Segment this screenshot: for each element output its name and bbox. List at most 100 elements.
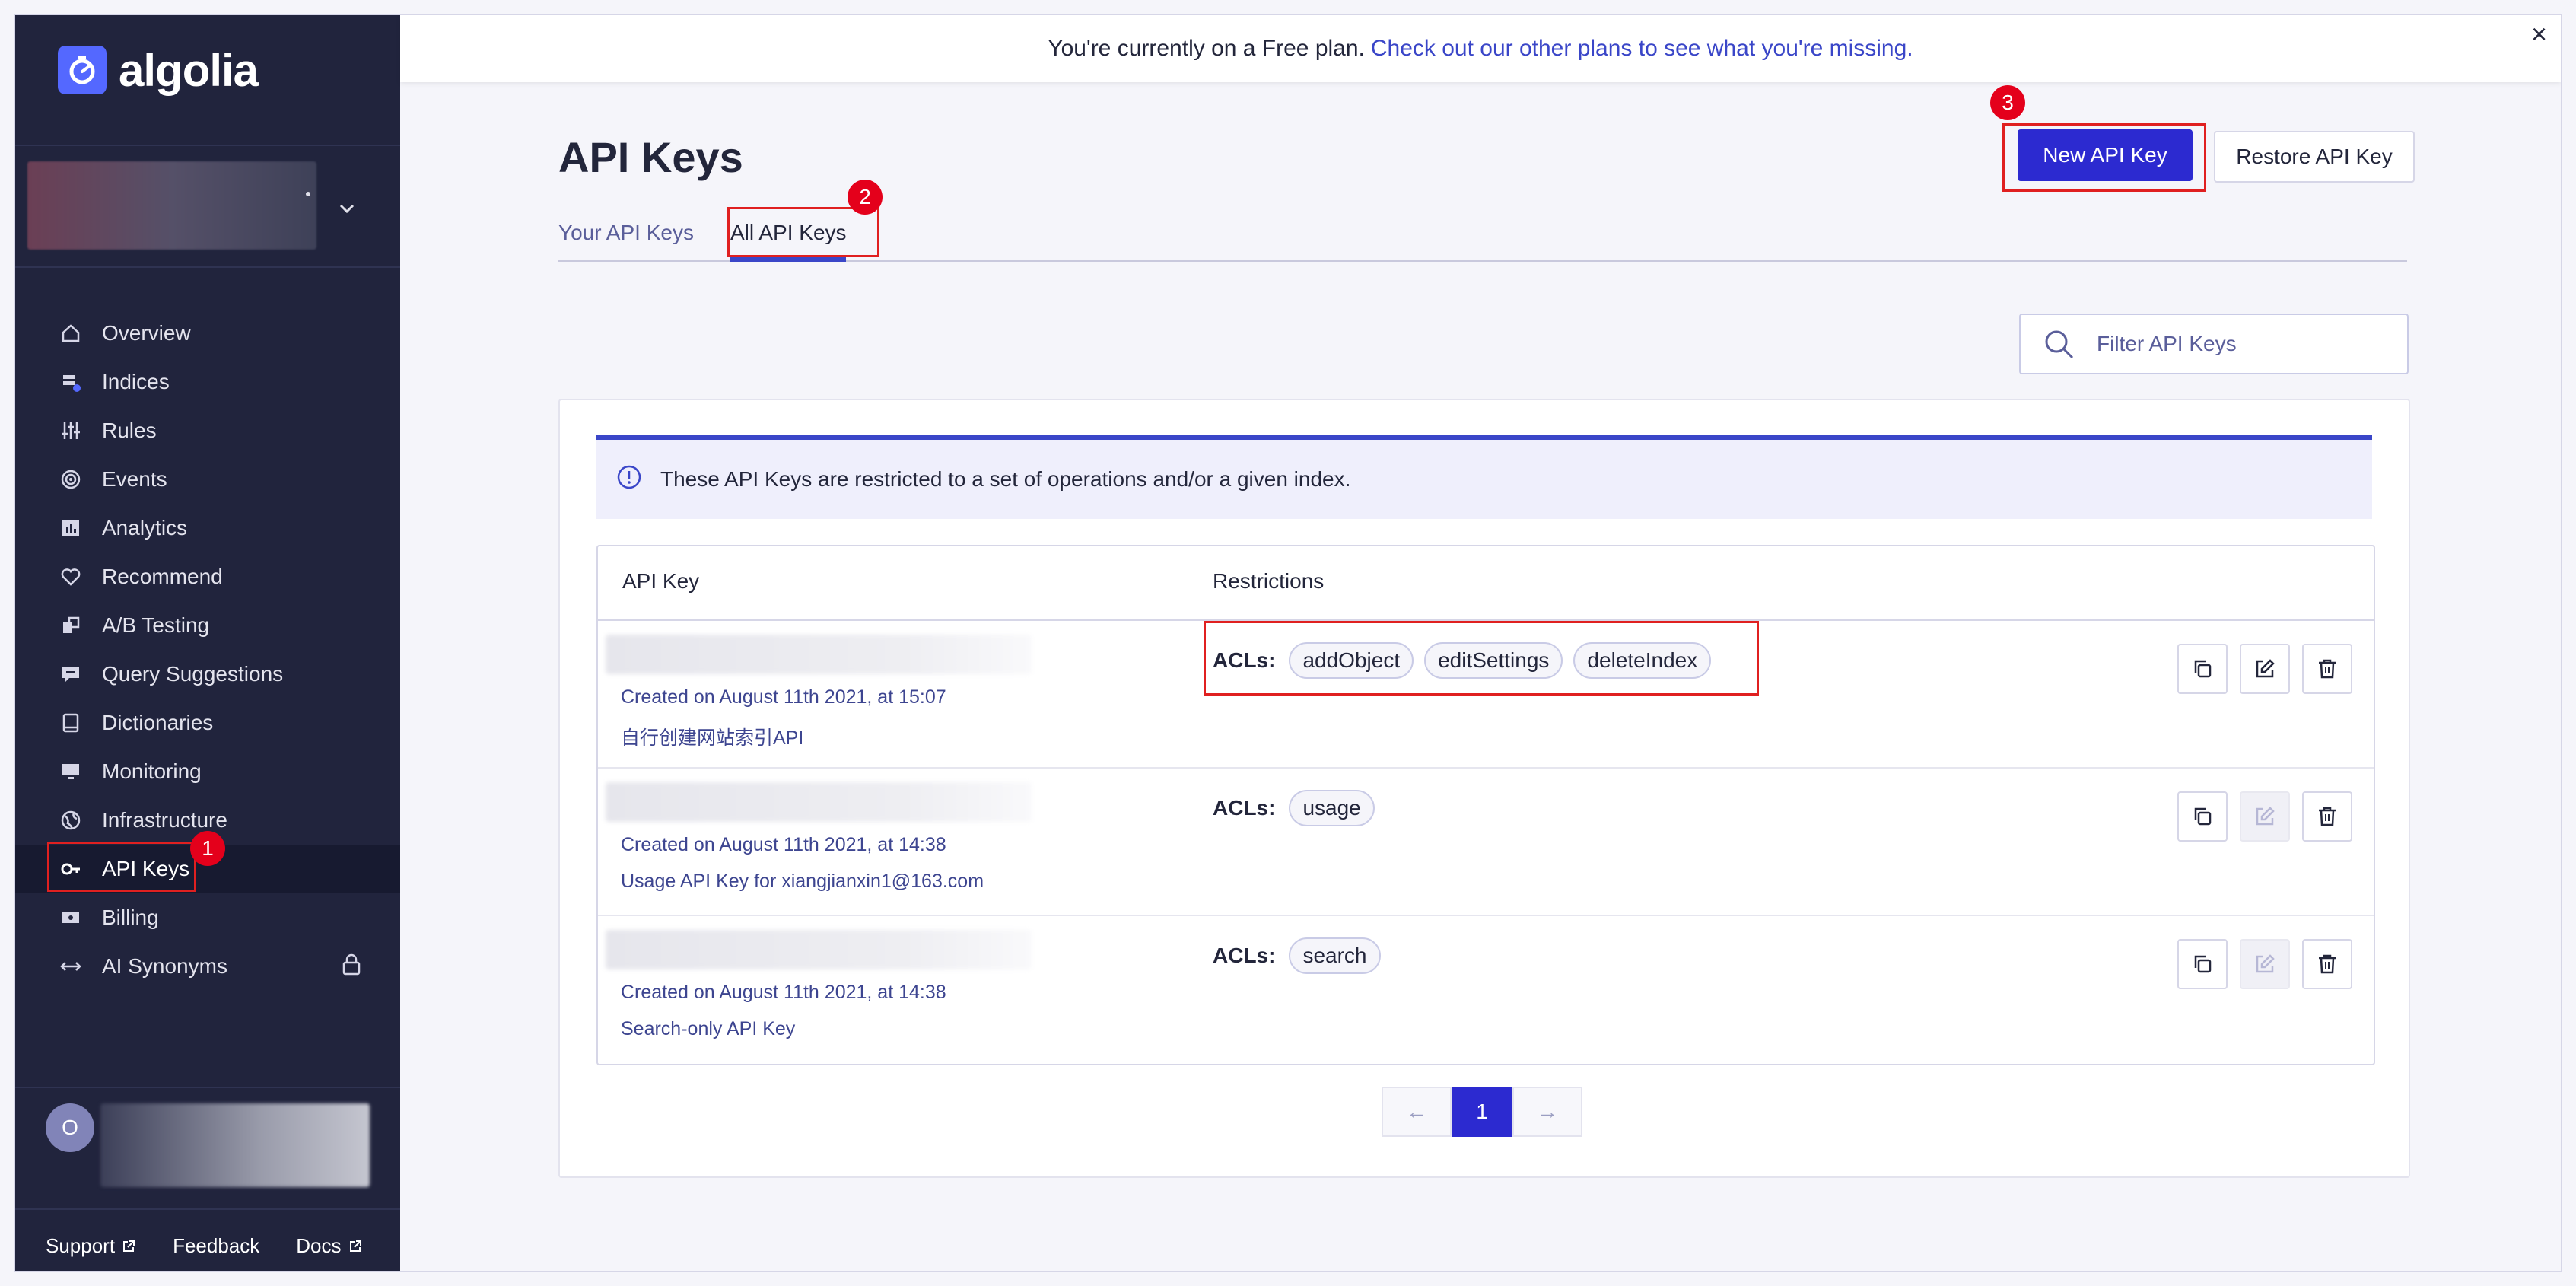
copy-icon xyxy=(2194,807,2212,826)
copy-button[interactable] xyxy=(2177,644,2228,694)
filter-input[interactable] xyxy=(2095,331,2387,357)
edit-button[interactable] xyxy=(2240,644,2290,694)
sidebar-item-recommend[interactable]: Recommend xyxy=(15,552,400,601)
table-row: Created on August 11th 2021, at 14:38 Se… xyxy=(598,916,2374,1062)
feedback-link[interactable]: Feedback xyxy=(173,1234,259,1258)
sidebar-item-monitoring[interactable]: Monitoring xyxy=(15,747,400,796)
sidebar-item-label: Billing xyxy=(102,906,159,929)
edit-icon xyxy=(2256,659,2275,678)
sidebar-item-query-suggestions[interactable]: Query Suggestions xyxy=(15,650,400,699)
acl-label: ACLs: xyxy=(1213,796,1276,820)
sidebar-item-events[interactable]: Events xyxy=(15,455,400,504)
annotation-badge-3: 3 xyxy=(1990,85,2025,120)
page-button-current[interactable]: 1 xyxy=(1452,1087,1512,1137)
row-actions xyxy=(2177,791,2352,842)
brand-name: algolia xyxy=(119,44,259,96)
sidebar-item-label: A/B Testing xyxy=(102,613,210,637)
sidebar-item-label: Rules xyxy=(102,419,157,442)
user-menu[interactable]: O xyxy=(46,1103,94,1152)
edit-button[interactable] xyxy=(2240,791,2290,842)
globe-icon xyxy=(58,807,84,833)
sidebar-footer: Support Feedback Docs xyxy=(46,1234,363,1258)
row-actions xyxy=(2177,644,2352,694)
sidebar-item-label: Analytics xyxy=(102,516,188,540)
close-icon[interactable]: × xyxy=(2531,18,2547,50)
support-link[interactable]: Support xyxy=(46,1234,136,1258)
book-icon xyxy=(58,710,84,736)
next-page-button[interactable]: → xyxy=(1512,1087,1582,1137)
application-selector[interactable] xyxy=(27,161,316,250)
search-icon xyxy=(2042,327,2075,361)
page-title: API Keys xyxy=(558,133,743,181)
chat-icon xyxy=(58,661,84,687)
copy-button[interactable] xyxy=(2177,939,2228,989)
user-info[interactable] xyxy=(100,1103,370,1187)
banner-link[interactable]: Check out our other plans to see what yo… xyxy=(1371,36,1913,62)
sidebar-item-indices[interactable]: Indices xyxy=(15,358,400,406)
app-window: algolia Overview Indices Rules Events An… xyxy=(15,15,2561,1271)
edit-icon xyxy=(2256,807,2275,826)
main-content: You're currently on a Free plan. Check o… xyxy=(400,15,2561,1271)
external-link-icon xyxy=(123,1240,135,1252)
sidebar-item-label: Overview xyxy=(102,321,191,345)
target-icon xyxy=(58,466,84,492)
tab-your-api-keys[interactable]: Your API Keys xyxy=(558,221,694,245)
trash-icon xyxy=(2319,954,2336,974)
banner-text: You're currently on a Free plan. xyxy=(1048,36,1365,61)
active-tab-indicator xyxy=(730,257,846,262)
annotation-badge-2: 2 xyxy=(848,180,883,215)
divider xyxy=(15,145,400,146)
divider xyxy=(15,1087,400,1088)
table-header: API Key Restrictions xyxy=(598,546,2374,621)
acl-list: ACLs: search xyxy=(1213,937,1381,974)
docs-link[interactable]: Docs xyxy=(296,1234,362,1258)
annotation-box-api-keys xyxy=(47,842,196,892)
sidebar-item-label: Query Suggestions xyxy=(102,662,284,686)
monitor-icon xyxy=(58,759,84,785)
home-icon xyxy=(58,320,84,346)
logo[interactable]: algolia xyxy=(58,44,259,96)
sidebar-item-ai-synonyms[interactable]: AI Synonyms xyxy=(15,942,400,991)
indices-icon xyxy=(58,369,84,395)
copy-icon xyxy=(2194,955,2212,973)
api-keys-table: API Key Restrictions Created on August 1… xyxy=(596,545,2375,1065)
api-key-value xyxy=(606,930,1032,969)
sidebar-item-label: Events xyxy=(102,467,167,491)
billing-icon xyxy=(58,905,84,931)
created-date: Created on August 11th 2021, at 14:38 xyxy=(621,982,946,1003)
annotation-box-all-api-keys xyxy=(727,207,879,257)
prev-page-button[interactable]: ← xyxy=(1382,1087,1452,1137)
sidebar-item-label: AI Synonyms xyxy=(102,954,227,978)
sidebar-item-billing[interactable]: Billing xyxy=(15,893,400,942)
delete-button[interactable] xyxy=(2302,644,2352,694)
acl-list: ACLs: usage xyxy=(1213,790,1375,826)
table-row: Created on August 11th 2021, at 14:38 Us… xyxy=(598,769,2374,916)
sliders-icon xyxy=(58,418,84,444)
edit-button[interactable] xyxy=(2240,939,2290,989)
sidebar-item-overview[interactable]: Overview xyxy=(15,309,400,358)
edit-icon xyxy=(2256,954,2275,973)
delete-button[interactable] xyxy=(2302,791,2352,842)
filter-api-keys[interactable] xyxy=(2019,314,2409,374)
column-header-api-key: API Key xyxy=(622,569,700,593)
annotation-badge-1: 1 xyxy=(190,831,225,866)
trash-icon xyxy=(2319,807,2336,826)
divider xyxy=(15,266,400,268)
acl-tag: usage xyxy=(1289,790,1375,826)
sidebar-item-rules[interactable]: Rules xyxy=(15,406,400,455)
sidebar-item-analytics[interactable]: Analytics xyxy=(15,504,400,552)
pagination: ← 1 → xyxy=(1382,1087,1582,1137)
delete-button[interactable] xyxy=(2302,939,2352,989)
avatar: O xyxy=(46,1103,94,1152)
restore-api-key-button[interactable]: Restore API Key xyxy=(2214,131,2415,183)
sidebar-item-label: Infrastructure xyxy=(102,808,227,832)
sidebar-item-ab-testing[interactable]: A/B Testing xyxy=(15,601,400,650)
info-text: These API Keys are restricted to a set o… xyxy=(660,467,1351,491)
chevron-down-icon[interactable] xyxy=(336,198,358,219)
column-header-restrictions: Restrictions xyxy=(1213,569,1325,593)
copy-button[interactable] xyxy=(2177,791,2228,842)
annotation-box-acls xyxy=(1204,621,1759,696)
table-row: Created on August 11th 2021, at 15:07 自行… xyxy=(598,621,2374,769)
sidebar-item-dictionaries[interactable]: Dictionaries xyxy=(15,699,400,747)
plan-banner: You're currently on a Free plan. Check o… xyxy=(400,15,2561,82)
